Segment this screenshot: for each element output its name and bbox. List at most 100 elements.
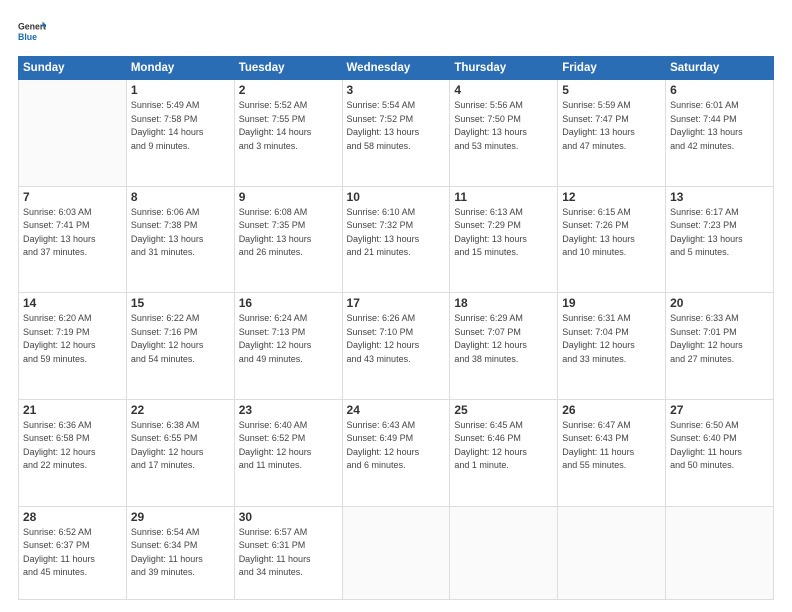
day-header-saturday: Saturday	[666, 57, 774, 80]
day-info: Sunrise: 5:52 AM Sunset: 7:55 PM Dayligh…	[239, 99, 338, 153]
day-number: 22	[131, 403, 230, 417]
day-number: 7	[23, 190, 122, 204]
calendar-cell: 18 Sunrise: 6:29 AM Sunset: 7:07 PM Dayli…	[450, 293, 558, 400]
day-number: 28	[23, 510, 122, 524]
day-header-thursday: Thursday	[450, 57, 558, 80]
day-info: Sunrise: 6:33 AM Sunset: 7:01 PM Dayligh…	[670, 312, 769, 366]
calendar-cell: 14Sunrise: 6:20 AM Sunset: 7:19 PM Dayli…	[19, 293, 127, 400]
day-info: Sunrise: 6:06 AM Sunset: 7:38 PM Dayligh…	[131, 206, 230, 260]
day-info: Sunrise: 6:40 AM Sunset: 6:52 PM Dayligh…	[239, 419, 338, 473]
day-number: 18	[454, 296, 553, 310]
day-number: 8	[131, 190, 230, 204]
day-number: 27	[670, 403, 769, 417]
day-number: 2	[239, 83, 338, 97]
calendar-cell: 21 Sunrise: 6:36 AM Sunset: 6:58 PM Dayli…	[19, 399, 127, 506]
calendar-cell: 5 Sunrise: 5:59 AM Sunset: 7:47 PM Daylig…	[558, 80, 666, 187]
page: General Blue SundayMondayTuesdayWednesda…	[0, 0, 792, 612]
day-info: Sunrise: 6:24 AM Sunset: 7:13 PM Dayligh…	[239, 312, 338, 366]
calendar-cell: 10Sunrise: 6:10 AM Sunset: 7:32 PM Dayli…	[342, 186, 450, 293]
day-number: 11	[454, 190, 553, 204]
calendar-cell: 16 Sunrise: 6:24 AM Sunset: 7:13 PM Dayli…	[234, 293, 342, 400]
day-info: Sunrise: 6:15 AM Sunset: 7:26 PM Dayligh…	[562, 206, 661, 260]
day-info: Sunrise: 6:01 AM Sunset: 7:44 PM Dayligh…	[670, 99, 769, 153]
day-info: Sunrise: 6:57 AM Sunset: 6:31 PM Dayligh…	[239, 526, 338, 580]
day-number: 4	[454, 83, 553, 97]
day-info: Sunrise: 6:38 AM Sunset: 6:55 PM Dayligh…	[131, 419, 230, 473]
calendar-cell: 4Sunrise: 5:56 AM Sunset: 7:50 PM Daylig…	[450, 80, 558, 187]
calendar-cell: 28Sunrise: 6:52 AM Sunset: 6:37 PM Dayli…	[19, 506, 127, 599]
day-number: 12	[562, 190, 661, 204]
day-info: Sunrise: 6:43 AM Sunset: 6:49 PM Dayligh…	[347, 419, 446, 473]
calendar-cell: 26 Sunrise: 6:47 AM Sunset: 6:43 PM Dayli…	[558, 399, 666, 506]
calendar-cell: 20 Sunrise: 6:33 AM Sunset: 7:01 PM Dayli…	[666, 293, 774, 400]
day-info: Sunrise: 6:45 AM Sunset: 6:46 PM Dayligh…	[454, 419, 553, 473]
day-info: Sunrise: 5:59 AM Sunset: 7:47 PM Dayligh…	[562, 99, 661, 153]
day-info: Sunrise: 6:17 AM Sunset: 7:23 PM Dayligh…	[670, 206, 769, 260]
calendar-cell: 15 Sunrise: 6:22 AM Sunset: 7:16 PM Dayli…	[126, 293, 234, 400]
day-number: 25	[454, 403, 553, 417]
week-row-5: 28Sunrise: 6:52 AM Sunset: 6:37 PM Dayli…	[19, 506, 774, 599]
day-number: 3	[347, 83, 446, 97]
day-info: Sunrise: 6:29 AM Sunset: 7:07 PM Dayligh…	[454, 312, 553, 366]
day-number: 16	[239, 296, 338, 310]
day-number: 15	[131, 296, 230, 310]
svg-text:Blue: Blue	[18, 32, 37, 42]
day-info: Sunrise: 6:26 AM Sunset: 7:10 PM Dayligh…	[347, 312, 446, 366]
calendar-cell: 27 Sunrise: 6:50 AM Sunset: 6:40 PM Dayli…	[666, 399, 774, 506]
calendar-cell: 1Sunrise: 5:49 AM Sunset: 7:58 PM Daylig…	[126, 80, 234, 187]
calendar-cell: 9 Sunrise: 6:08 AM Sunset: 7:35 PM Daylig…	[234, 186, 342, 293]
day-number: 19	[562, 296, 661, 310]
calendar-table: SundayMondayTuesdayWednesdayThursdayFrid…	[18, 56, 774, 600]
calendar-cell: 17 Sunrise: 6:26 AM Sunset: 7:10 PM Dayli…	[342, 293, 450, 400]
day-number: 6	[670, 83, 769, 97]
day-number: 17	[347, 296, 446, 310]
day-header-friday: Friday	[558, 57, 666, 80]
day-info: Sunrise: 6:31 AM Sunset: 7:04 PM Dayligh…	[562, 312, 661, 366]
week-row-1: 1Sunrise: 5:49 AM Sunset: 7:58 PM Daylig…	[19, 80, 774, 187]
logo-icon: General Blue	[18, 18, 46, 46]
day-info: Sunrise: 6:20 AM Sunset: 7:19 PM Dayligh…	[23, 312, 122, 366]
calendar-cell	[558, 506, 666, 599]
svg-text:General: General	[18, 21, 46, 31]
day-number: 24	[347, 403, 446, 417]
day-info: Sunrise: 6:03 AM Sunset: 7:41 PM Dayligh…	[23, 206, 122, 260]
logo: General Blue	[18, 18, 46, 46]
calendar-cell: 24 Sunrise: 6:43 AM Sunset: 6:49 PM Dayli…	[342, 399, 450, 506]
day-header-tuesday: Tuesday	[234, 57, 342, 80]
calendar-cell: 22 Sunrise: 6:38 AM Sunset: 6:55 PM Dayli…	[126, 399, 234, 506]
day-number: 1	[131, 83, 230, 97]
day-number: 20	[670, 296, 769, 310]
day-info: Sunrise: 6:22 AM Sunset: 7:16 PM Dayligh…	[131, 312, 230, 366]
calendar-cell: 13 Sunrise: 6:17 AM Sunset: 7:23 PM Dayli…	[666, 186, 774, 293]
day-number: 13	[670, 190, 769, 204]
calendar-cell	[342, 506, 450, 599]
calendar-cell: 11 Sunrise: 6:13 AM Sunset: 7:29 PM Dayli…	[450, 186, 558, 293]
day-info: Sunrise: 6:08 AM Sunset: 7:35 PM Dayligh…	[239, 206, 338, 260]
day-info: Sunrise: 6:47 AM Sunset: 6:43 PM Dayligh…	[562, 419, 661, 473]
calendar-cell	[666, 506, 774, 599]
day-number: 23	[239, 403, 338, 417]
day-info: Sunrise: 6:13 AM Sunset: 7:29 PM Dayligh…	[454, 206, 553, 260]
day-info: Sunrise: 5:54 AM Sunset: 7:52 PM Dayligh…	[347, 99, 446, 153]
day-number: 9	[239, 190, 338, 204]
day-info: Sunrise: 6:50 AM Sunset: 6:40 PM Dayligh…	[670, 419, 769, 473]
week-row-3: 14Sunrise: 6:20 AM Sunset: 7:19 PM Dayli…	[19, 293, 774, 400]
calendar-cell: 25 Sunrise: 6:45 AM Sunset: 6:46 PM Dayli…	[450, 399, 558, 506]
day-number: 5	[562, 83, 661, 97]
day-number: 21	[23, 403, 122, 417]
calendar-cell	[450, 506, 558, 599]
day-number: 29	[131, 510, 230, 524]
calendar-cell	[19, 80, 127, 187]
day-header-monday: Monday	[126, 57, 234, 80]
header: General Blue	[18, 18, 774, 46]
day-info: Sunrise: 6:36 AM Sunset: 6:58 PM Dayligh…	[23, 419, 122, 473]
week-row-4: 21 Sunrise: 6:36 AM Sunset: 6:58 PM Dayli…	[19, 399, 774, 506]
day-header-sunday: Sunday	[19, 57, 127, 80]
day-header-wednesday: Wednesday	[342, 57, 450, 80]
day-number: 30	[239, 510, 338, 524]
day-number: 26	[562, 403, 661, 417]
calendar-cell: 12 Sunrise: 6:15 AM Sunset: 7:26 PM Dayli…	[558, 186, 666, 293]
calendar-cell: 2 Sunrise: 5:52 AM Sunset: 7:55 PM Daylig…	[234, 80, 342, 187]
day-info: Sunrise: 6:10 AM Sunset: 7:32 PM Dayligh…	[347, 206, 446, 260]
calendar-cell: 8 Sunrise: 6:06 AM Sunset: 7:38 PM Daylig…	[126, 186, 234, 293]
